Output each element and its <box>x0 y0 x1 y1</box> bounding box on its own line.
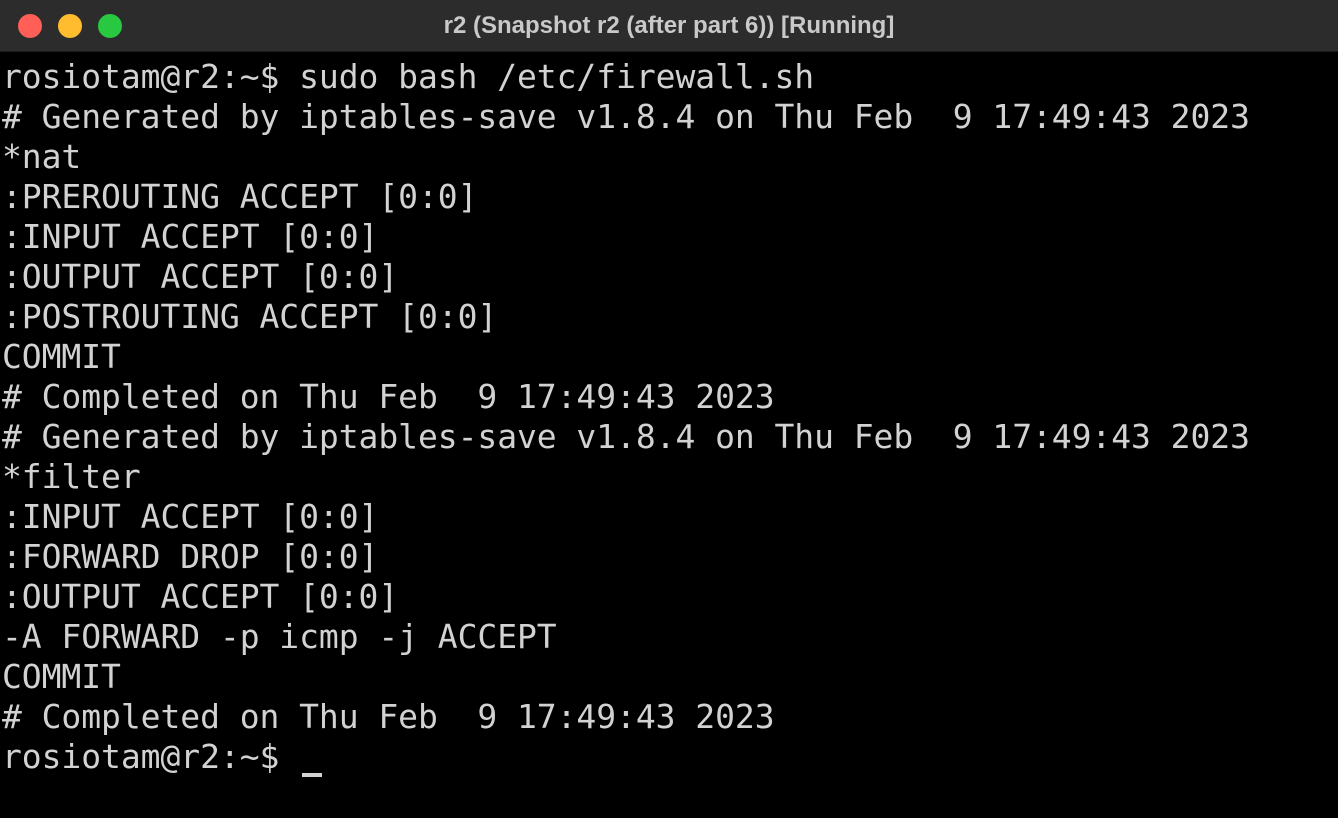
title-bar: r2 (Snapshot r2 (after part 6)) [Running… <box>0 0 1338 52</box>
terminal-line: -A FORWARD -p icmp -j ACCEPT <box>2 617 557 656</box>
terminal-line: :OUTPUT ACCEPT [0:0] <box>2 577 399 616</box>
terminal-line: :OUTPUT ACCEPT [0:0] <box>2 257 399 296</box>
text-cursor <box>302 773 322 777</box>
terminal-prompt: rosiotam@r2:~$ <box>2 737 300 776</box>
terminal-line: :INPUT ACCEPT [0:0] <box>2 497 379 536</box>
terminal-line: :FORWARD DROP [0:0] <box>2 537 379 576</box>
terminal-line: # Completed on Thu Feb 9 17:49:43 2023 <box>2 697 775 736</box>
window-title: r2 (Snapshot r2 (after part 6)) [Running… <box>443 12 895 39</box>
terminal-line: :POSTROUTING ACCEPT [0:0] <box>2 297 498 336</box>
terminal-line: # Generated by iptables-save v1.8.4 on T… <box>2 417 1250 456</box>
terminal-line: *nat <box>2 137 82 176</box>
terminal-line: # Completed on Thu Feb 9 17:49:43 2023 <box>2 377 775 416</box>
terminal-line: :INPUT ACCEPT [0:0] <box>2 217 379 256</box>
terminal-line: COMMIT <box>2 337 121 376</box>
terminal-line: :PREROUTING ACCEPT [0:0] <box>2 177 478 216</box>
terminal-line: # Generated by iptables-save v1.8.4 on T… <box>2 97 1250 136</box>
terminal-line: rosiotam@r2:~$ sudo bash /etc/firewall.s… <box>2 57 815 96</box>
terminal-line: COMMIT <box>2 657 121 696</box>
terminal-line: *filter <box>2 457 141 496</box>
vm-window: r2 (Snapshot r2 (after part 6)) [Running… <box>0 0 1338 818</box>
terminal-screen[interactable]: rosiotam@r2:~$ sudo bash /etc/firewall.s… <box>0 55 1338 818</box>
